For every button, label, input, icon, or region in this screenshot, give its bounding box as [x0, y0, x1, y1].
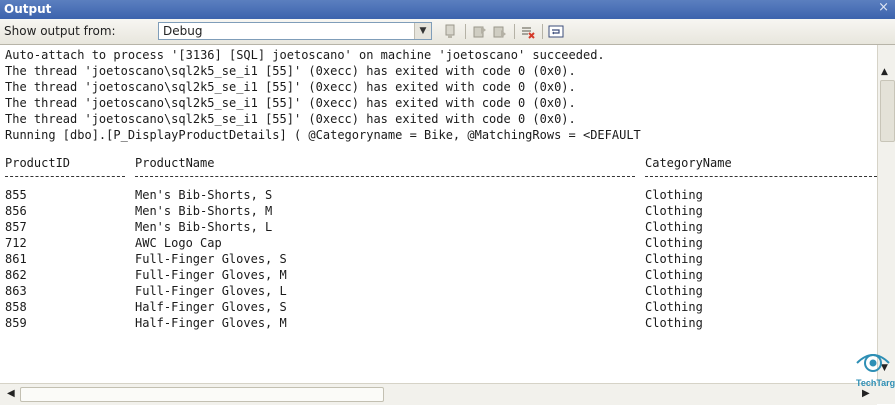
product-name: Full-Finger Gloves, S: [135, 252, 287, 266]
product-name: Men's Bib-Shorts, L: [135, 220, 273, 234]
output-log-line: Running [dbo].[P_DisplayProductDetails] …: [5, 128, 641, 142]
product-id: 712: [5, 236, 27, 250]
category-name: Clothing: [645, 204, 703, 218]
category-name: Clothing: [645, 236, 703, 250]
product-id: 859: [5, 316, 27, 330]
category-name: Clothing: [645, 316, 703, 330]
column-header-productid: ProductID: [5, 156, 71, 170]
header-underline: [135, 176, 635, 177]
horizontal-scroll-thumb[interactable]: [20, 387, 384, 402]
vertical-scroll-thumb[interactable]: [880, 80, 895, 142]
output-text-area[interactable]: Auto-attach to process '[3136] [SQL] joe…: [0, 45, 877, 383]
show-output-label: Show output from:: [4, 24, 116, 38]
output-window: Output × Show output from: Debug ▼ Auto-…: [0, 0, 895, 405]
product-id: 856: [5, 204, 27, 218]
output-log-line: The thread 'joetoscano\sql2k5_se_i1 [55]…: [5, 112, 576, 126]
product-id: 862: [5, 268, 27, 282]
header-underline: [5, 176, 125, 177]
techtarget-watermark: TechTarget: [853, 341, 895, 396]
close-icon[interactable]: ×: [878, 0, 889, 15]
output-toolbar: Show output from: Debug ▼: [0, 19, 895, 45]
clear-all-icon[interactable]: [519, 23, 537, 40]
output-log-line: The thread 'joetoscano\sql2k5_se_i1 [55]…: [5, 80, 576, 94]
toggle-word-wrap-icon[interactable]: [547, 23, 565, 40]
product-id: 855: [5, 188, 27, 202]
product-name: Half-Finger Gloves, S: [135, 300, 287, 314]
product-id: 857: [5, 220, 27, 234]
category-name: Clothing: [645, 284, 703, 298]
product-name: AWC Logo Cap: [135, 236, 222, 250]
vertical-scrollbar[interactable]: ▲ ▼: [877, 45, 895, 383]
category-name: Clothing: [645, 300, 703, 314]
output-log-line: Auto-attach to process '[3136] [SQL] joe…: [5, 48, 605, 62]
find-message-icon[interactable]: [441, 23, 459, 40]
category-name: Clothing: [645, 252, 703, 266]
techtarget-logo-icon: [856, 354, 890, 372]
go-to-previous-message-icon[interactable]: [471, 23, 489, 40]
category-name: Clothing: [645, 188, 703, 202]
product-name: Full-Finger Gloves, M: [135, 268, 287, 282]
output-title-bar: Output ×: [0, 0, 895, 19]
toolbar-separator: [465, 24, 466, 39]
toolbar-separator: [542, 24, 543, 39]
output-log-line: The thread 'joetoscano\sql2k5_se_i1 [55]…: [5, 64, 576, 78]
product-name: Full-Finger Gloves, L: [135, 284, 287, 298]
column-header-categoryname: CategoryName: [645, 156, 732, 170]
watermark-text: TechTarget: [856, 378, 895, 388]
product-id: 858: [5, 300, 27, 314]
column-header-productname: ProductName: [135, 156, 215, 170]
header-underline: [645, 176, 877, 177]
product-id: 861: [5, 252, 27, 266]
output-source-dropdown[interactable]: Debug ▼: [158, 22, 432, 40]
scroll-up-icon[interactable]: ▲: [881, 67, 888, 77]
product-name: Men's Bib-Shorts, S: [135, 188, 273, 202]
chevron-down-icon[interactable]: ▼: [414, 23, 431, 39]
product-id: 863: [5, 284, 27, 298]
category-name: Clothing: [645, 268, 703, 282]
category-name: Clothing: [645, 220, 703, 234]
scroll-left-icon[interactable]: ◀: [7, 388, 15, 399]
product-name: Half-Finger Gloves, M: [135, 316, 287, 330]
output-log-line: The thread 'joetoscano\sql2k5_se_i1 [55]…: [5, 96, 576, 110]
toolbar-separator: [514, 24, 515, 39]
window-title: Output: [4, 2, 52, 16]
go-to-next-message-icon[interactable]: [491, 23, 509, 40]
horizontal-scrollbar[interactable]: ◀ ▶: [0, 383, 877, 405]
product-name: Men's Bib-Shorts, M: [135, 204, 273, 218]
output-source-value: Debug: [163, 24, 203, 38]
